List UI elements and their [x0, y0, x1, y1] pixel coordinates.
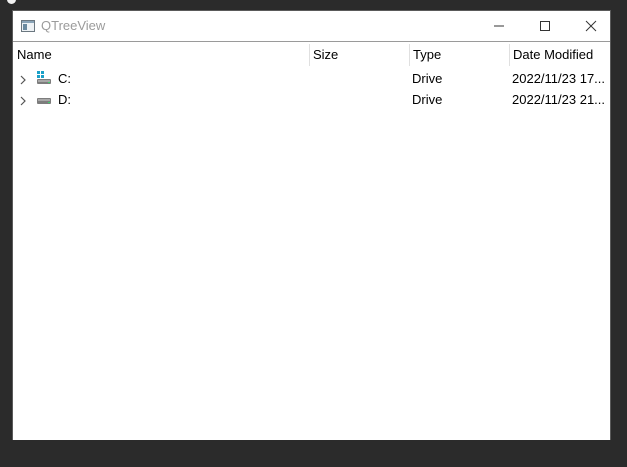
window-title: QTreeView: [41, 18, 106, 33]
tree-row-c-drive[interactable]: C: Drive 2022/11/23 17...: [13, 68, 610, 89]
minimize-button[interactable]: [476, 11, 522, 41]
maximize-icon: [540, 21, 550, 31]
qt-window-icon: [21, 19, 35, 32]
tree-cell-date-modified: 2022/11/23 21...: [512, 92, 606, 107]
maximize-button[interactable]: [522, 11, 568, 41]
chevron-right-icon[interactable]: [19, 94, 27, 106]
close-button[interactable]: [568, 11, 614, 41]
column-header-name[interactable]: Name: [13, 42, 309, 66]
tree-cell-type: Drive: [412, 92, 443, 107]
tree-cell-type: Drive: [412, 71, 443, 86]
title-bar[interactable]: QTreeView: [13, 11, 610, 41]
column-header-type[interactable]: Type: [409, 42, 509, 66]
tree-view[interactable]: Name Size Type Date Modified C: Drive 20…: [13, 41, 610, 440]
desktop-corner-mark: [7, 0, 16, 4]
system-drive-icon: [36, 71, 52, 85]
tree-header: Name Size Type Date Modified: [13, 42, 610, 66]
tree-cell-name: D:: [58, 92, 71, 107]
tree-cell-name: C:: [58, 71, 71, 86]
close-icon: [585, 20, 597, 32]
chevron-right-icon[interactable]: [19, 73, 27, 85]
column-header-date-modified[interactable]: Date Modified: [509, 42, 610, 66]
minimize-icon: [494, 25, 504, 27]
tree-cell-date-modified: 2022/11/23 17...: [512, 71, 606, 86]
drive-icon: [36, 92, 52, 106]
tree-row-d-drive[interactable]: D: Drive 2022/11/23 21...: [13, 89, 610, 110]
column-header-size[interactable]: Size: [309, 42, 409, 66]
qtreeview-window: QTreeView Name Size Type Date Modified C…: [12, 10, 611, 440]
